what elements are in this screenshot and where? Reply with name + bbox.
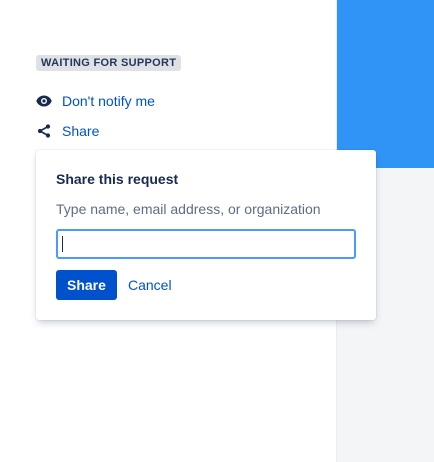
status-badge: WAITING FOR SUPPORT [36, 55, 182, 71]
share-dialog-title: Share this request [56, 171, 179, 187]
dont-notify-label: Don't notify me [62, 93, 155, 109]
share-dialog: Share this request Type name, email addr… [36, 150, 376, 320]
text-caret [62, 236, 63, 252]
side-banner [337, 0, 434, 168]
dont-notify-action[interactable]: Don't notify me [36, 91, 155, 111]
share-recipient-input[interactable] [56, 229, 356, 259]
share-dialog-hint: Type name, email address, or organizatio… [56, 201, 321, 217]
eye-icon [36, 93, 52, 109]
share-label: Share [62, 123, 100, 139]
share-button[interactable]: Share [56, 270, 117, 300]
share-action[interactable]: Share [36, 121, 99, 141]
share-icon [36, 123, 52, 139]
cancel-button[interactable]: Cancel [128, 270, 172, 300]
